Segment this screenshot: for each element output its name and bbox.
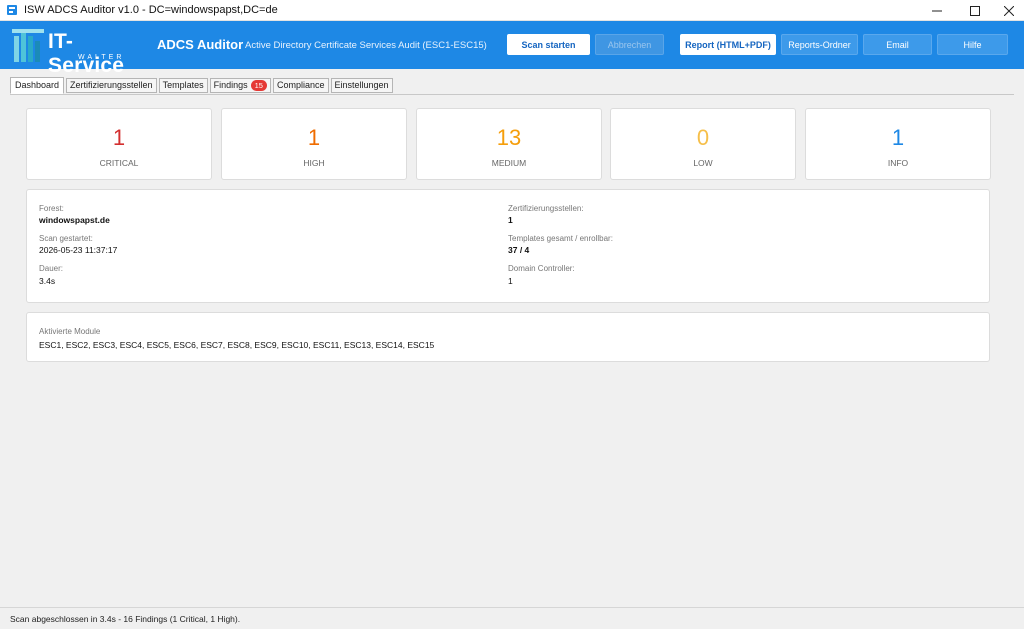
app-name: ADCS Auditor <box>157 37 244 52</box>
brand-logo: IT-Service WALTER <box>12 26 146 77</box>
duration-value: 3.4s <box>39 276 56 286</box>
stat-label: HIGH <box>303 158 325 168</box>
scan-info-panel: Forest: windowspapst.de Scan gestartet: … <box>26 189 990 303</box>
stat-card-info: 1 INFO <box>805 108 991 180</box>
maximize-icon <box>970 5 980 16</box>
logo-mark-icon <box>12 29 44 62</box>
stat-card-critical: 1 CRITICAL <box>26 108 212 180</box>
stat-label: LOW <box>693 158 713 168</box>
stat-card-medium: 13 MEDIUM <box>416 108 602 180</box>
stat-card-high: 1 HIGH <box>221 108 407 180</box>
stat-label: MEDIUM <box>491 158 527 168</box>
stat-value: 13 <box>496 125 522 150</box>
reports-folder-button[interactable]: Reports-Ordner <box>781 34 858 55</box>
tab-findings[interactable]: Findings 15 <box>209 78 271 93</box>
report-button[interactable]: Report (HTML+PDF) <box>680 34 776 55</box>
dc-value: 1 <box>508 276 513 286</box>
tab-dashboard[interactable]: Dashboard <box>10 77 65 94</box>
title-bar: ISW ADCS Auditor v1.0 - DC=windowspapst,… <box>0 0 1024 21</box>
scan-started-value: 2026-05-23 11:37:17 <box>39 245 118 255</box>
findings-count-badge: 15 <box>250 80 267 91</box>
tab-zertifizierungsstellen[interactable]: Zertifizierungsstellen <box>66 78 157 93</box>
dc-label: Domain Controller: <box>508 264 575 273</box>
tab-einstellungen[interactable]: Einstellungen <box>330 78 393 93</box>
cancel-button[interactable]: Abbrechen <box>595 34 664 55</box>
help-button[interactable]: Hilfe <box>937 34 1008 55</box>
templates-label: Templates gesamt / enrollbar: <box>508 234 613 243</box>
minimize-button[interactable] <box>920 0 954 21</box>
scan-start-button[interactable]: Scan starten <box>507 34 590 55</box>
status-text: Scan abgeschlossen in 3.4s - 16 Findings… <box>10 614 241 624</box>
forest-value: windowspapst.de <box>39 215 110 225</box>
tab-findings-label: Findings <box>213 80 248 90</box>
forest-label: Forest: <box>39 204 64 213</box>
templates-value: 37 / 4 <box>508 245 530 255</box>
window-title: ISW ADCS Auditor v1.0 - DC=windowspapst,… <box>24 4 278 16</box>
stat-label: CRITICAL <box>99 158 139 168</box>
cas-label: Zertifizierungsstellen: <box>508 204 584 213</box>
stat-value: 1 <box>112 125 126 150</box>
app-description: Active Directory Certificate Services Au… <box>245 40 487 51</box>
tab-compliance[interactable]: Compliance <box>272 78 329 93</box>
modules-panel: Aktivierte Module ESC1, ESC2, ESC3, ESC4… <box>26 312 990 362</box>
maximize-button[interactable] <box>958 0 992 21</box>
email-button[interactable]: Email <box>863 34 932 55</box>
stat-value: 1 <box>891 125 905 150</box>
scan-started-label: Scan gestartet: <box>39 234 93 243</box>
stat-value: 0 <box>696 125 710 150</box>
minimize-icon <box>932 10 942 11</box>
tab-templates[interactable]: Templates <box>158 78 208 93</box>
close-button[interactable] <box>992 0 1024 21</box>
status-bar: Scan abgeschlossen in 3.4s - 16 Findings… <box>0 607 1024 629</box>
app-icon <box>7 5 17 15</box>
stat-label: INFO <box>887 158 909 168</box>
brand-subtitle: WALTER <box>78 54 125 61</box>
stat-card-low: 0 LOW <box>610 108 796 180</box>
modules-label: Aktivierte Module <box>39 327 101 336</box>
duration-label: Dauer: <box>39 264 64 273</box>
app-header: IT-Service WALTER ADCS Auditor Active Di… <box>0 21 1024 77</box>
stat-value: 1 <box>307 125 321 150</box>
modules-value: ESC1, ESC2, ESC3, ESC4, ESC5, ESC6, ESC7… <box>39 340 435 350</box>
close-icon <box>1004 5 1014 16</box>
cas-value: 1 <box>508 215 513 225</box>
tab-strip: Dashboard Zertifizierungsstellen Templat… <box>10 77 395 94</box>
